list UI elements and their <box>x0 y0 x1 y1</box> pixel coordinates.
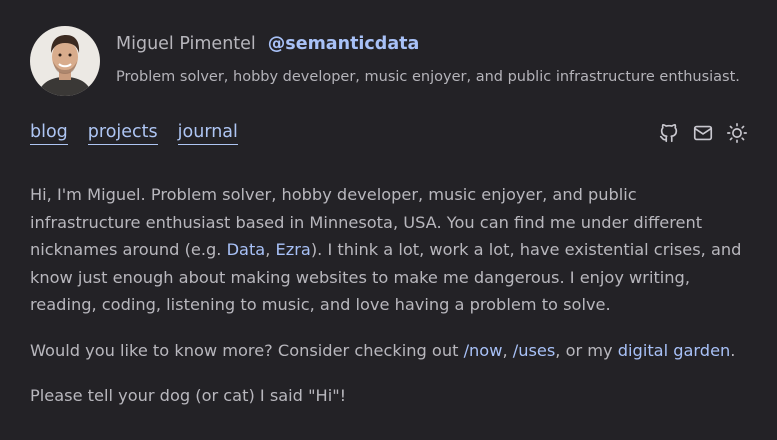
more-sep-2: , or my <box>555 340 618 360</box>
nav-link-blog[interactable]: blog <box>30 121 68 145</box>
intro-sep: , <box>265 240 276 259</box>
page: Miguel Pimentel @semanticdata Problem so… <box>0 0 777 440</box>
profile-handle-link[interactable]: @semanticdata <box>268 33 420 55</box>
profile-header: Miguel Pimentel @semanticdata Problem so… <box>30 26 740 96</box>
nav-link-journal[interactable]: journal <box>177 121 238 145</box>
github-icon[interactable] <box>658 122 680 144</box>
intro-paragraph: Hi, I'm Miguel. Problem solver, hobby de… <box>30 181 750 319</box>
profile-bio: Problem solver, hobby developer, music e… <box>116 69 740 85</box>
more-paragraph: Would you like to know more? Consider ch… <box>30 337 750 365</box>
profile-name: Miguel Pimentel <box>116 34 256 54</box>
sun-icon[interactable] <box>726 122 748 144</box>
profile-text: Miguel Pimentel @semanticdata Problem so… <box>116 33 740 86</box>
more-sep-1: , <box>502 340 513 360</box>
avatar <box>30 26 100 96</box>
mail-icon[interactable] <box>692 122 714 144</box>
link-uses[interactable]: /uses <box>513 341 556 360</box>
more-suffix: . <box>730 340 736 360</box>
main-content: Hi, I'm Miguel. Problem solver, hobby de… <box>30 181 750 428</box>
link-ezra[interactable]: Ezra <box>276 240 311 259</box>
nav-link-projects[interactable]: projects <box>87 121 158 145</box>
avatar-image <box>30 26 100 96</box>
main-nav: blog projects journal <box>30 121 258 145</box>
more-prefix: Would you like to know more? Consider ch… <box>30 340 464 360</box>
link-now[interactable]: /now <box>464 341 503 360</box>
header-icons <box>658 122 748 144</box>
closing-paragraph: Please tell your dog (or cat) I said "Hi… <box>30 386 347 405</box>
name-line: Miguel Pimentel @semanticdata <box>116 33 740 55</box>
link-data[interactable]: Data <box>227 240 266 259</box>
link-digital-garden[interactable]: digital garden <box>618 341 731 360</box>
